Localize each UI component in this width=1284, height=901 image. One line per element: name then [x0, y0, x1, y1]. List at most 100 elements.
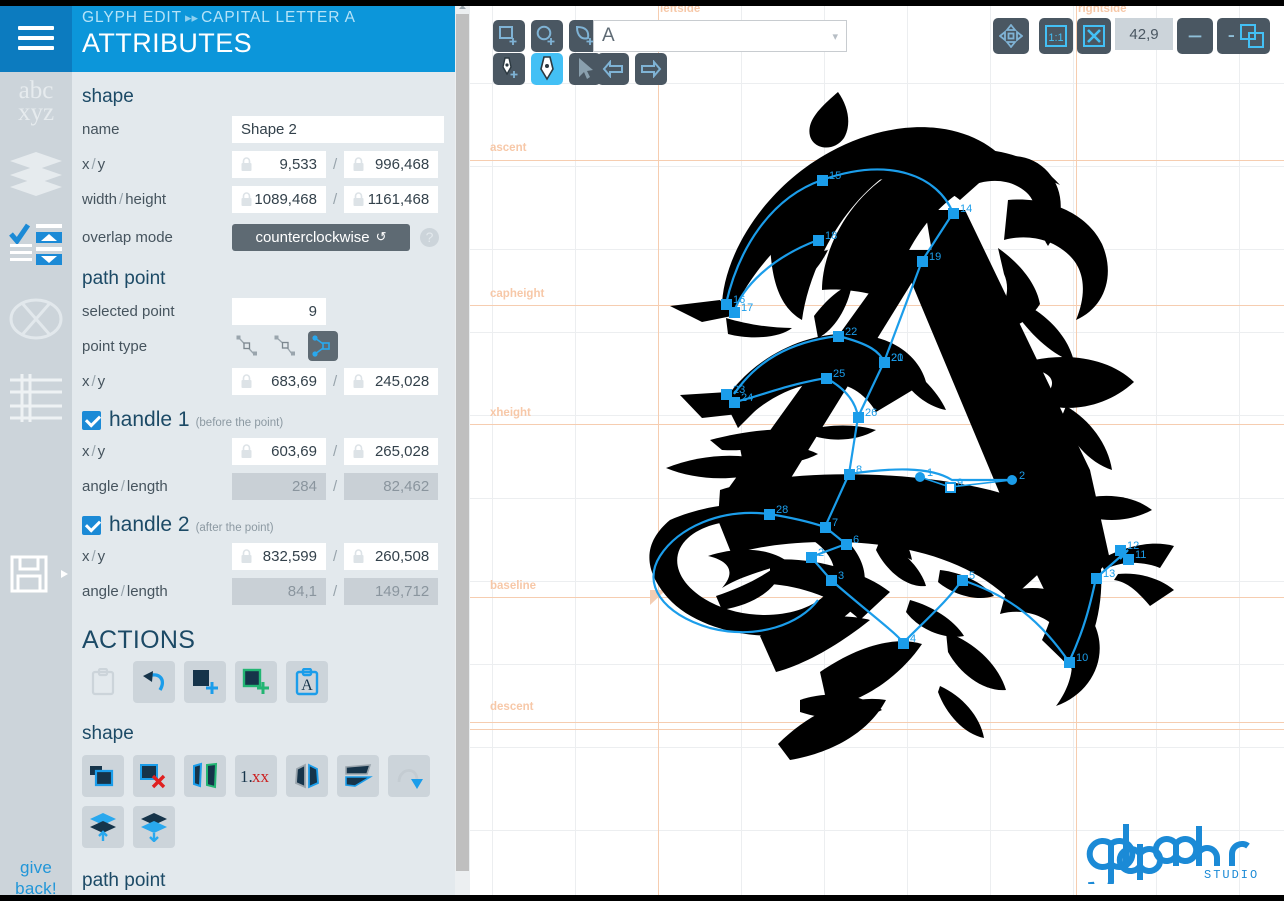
path-point-marker[interactable] — [843, 468, 855, 480]
add-oval-tool[interactable] — [531, 20, 563, 52]
handle2-x-input[interactable]: 832,599 — [232, 542, 326, 570]
handle1-y-input[interactable]: 265,028 — [344, 437, 439, 465]
glyph-select-value: A — [602, 25, 615, 46]
rotate-button[interactable] — [388, 755, 430, 797]
delete-shape-button[interactable] — [133, 755, 175, 797]
path-point-marker[interactable] — [812, 234, 824, 246]
clock-icon — [9, 298, 63, 340]
path-point-marker[interactable] — [819, 521, 831, 533]
sidebar-item-metrics[interactable] — [0, 372, 72, 444]
sidebar-item-test-drive[interactable] — [0, 220, 72, 292]
sidebar-item-kerning[interactable] — [0, 295, 72, 367]
overlap-mode-button[interactable]: counterclockwise ↺ — [232, 223, 410, 251]
scrollbar-thumb[interactable] — [456, 14, 469, 871]
path-point-marker[interactable] — [728, 306, 740, 318]
handle2-angle-divider: / — [333, 582, 338, 600]
rotate-icon: ↺ — [375, 229, 387, 244]
undo-arrow-icon — [143, 671, 165, 691]
point-y-input[interactable]: 245,028 — [344, 367, 439, 395]
path-point-marker[interactable] — [820, 372, 832, 384]
zoom-level-value[interactable]: 42,9 — [1115, 18, 1173, 50]
path-point-marker[interactable] — [956, 574, 968, 586]
move-layer-up-button[interactable] — [82, 806, 124, 848]
path-point-marker[interactable] — [825, 574, 837, 586]
round-values-button[interactable]: 1. xx — [235, 755, 277, 797]
move-layer-down-button[interactable] — [133, 806, 175, 848]
paste-button[interactable] — [82, 661, 124, 703]
give-back-link[interactable]: give back! — [0, 857, 72, 899]
handle2-y-input[interactable]: 260,508 — [344, 542, 439, 570]
path-point-marker[interactable] — [947, 207, 959, 219]
zoom-out-button[interactable]: − — [1177, 18, 1213, 54]
handle1-checkbox[interactable] — [82, 410, 101, 430]
flip-horizontal-button[interactable] — [286, 755, 328, 797]
next-glyph-button[interactable] — [635, 53, 667, 85]
fit-to-screen-button[interactable] — [1077, 18, 1111, 54]
panel-scrollbar[interactable] — [455, 0, 470, 901]
shape-width-value: 1089,468 — [254, 190, 317, 208]
selected-point-input[interactable]: 9 — [232, 297, 326, 325]
path-point-marker[interactable] — [805, 551, 817, 563]
help-icon[interactable]: ? — [420, 227, 439, 247]
menu-button[interactable] — [0, 0, 72, 72]
symmetric-point-button[interactable] — [308, 331, 338, 361]
flip-vertical-icon — [345, 764, 373, 787]
prev-glyph-button[interactable] — [597, 53, 629, 85]
path-point-number: 15 — [829, 170, 842, 182]
pan-tool[interactable] — [993, 18, 1029, 54]
breadcrumb-root[interactable]: GLYPH EDIT — [82, 9, 182, 26]
handle2-checkbox[interactable] — [82, 515, 101, 535]
shape-name-input[interactable]: Shape 2 — [232, 115, 444, 143]
path-point-marker[interactable] — [1114, 544, 1126, 556]
add-shape-button[interactable] — [184, 661, 226, 703]
path-point-number: 1 — [927, 467, 934, 479]
copy-shape-button[interactable] — [82, 755, 124, 797]
undo-button[interactable] — [133, 661, 175, 703]
add-component-button[interactable] — [235, 661, 277, 703]
lock-icon — [353, 444, 364, 458]
zoom-1-to-1-button[interactable]: 1:1 — [1039, 18, 1073, 54]
handle1-label: handle 1 — [109, 408, 190, 431]
glyph-canvas[interactable]: ascent capheight xheight baseline descen… — [470, 0, 1284, 901]
pen-tool[interactable] — [531, 53, 563, 85]
handle1-angle-value: 284 — [232, 472, 326, 500]
shape-height-input[interactable]: 1161,468 — [344, 185, 439, 213]
path-point-marker[interactable] — [944, 481, 956, 493]
shape-width-input[interactable]: 1089,468 — [232, 185, 326, 213]
path-point-marker[interactable] — [832, 330, 844, 342]
corner-point-button[interactable] — [232, 331, 262, 361]
path-point-marker[interactable] — [852, 411, 864, 423]
pen-add-tool[interactable] — [493, 53, 525, 85]
path-point-marker[interactable] — [1063, 656, 1075, 668]
flat-point-button[interactable] — [270, 331, 300, 361]
path-point-marker[interactable] — [1007, 475, 1017, 485]
path-point-marker[interactable] — [897, 637, 909, 649]
sidebar-item-layers[interactable] — [0, 148, 72, 220]
handle1-x-input[interactable]: 603,69 — [232, 437, 326, 465]
path-point-marker[interactable] — [915, 472, 925, 482]
shape-actions-row-1: 1. xx — [82, 755, 458, 797]
path-point-marker[interactable] — [840, 538, 852, 550]
flip-vertical-button[interactable] — [337, 755, 379, 797]
glyph-select[interactable]: A ▾ — [593, 20, 847, 52]
path-point-marker[interactable] — [916, 255, 928, 267]
path-point-marker[interactable] — [1090, 572, 1102, 584]
shape-y-input[interactable]: 996,468 — [344, 150, 439, 178]
convert-to-component-button[interactable] — [184, 755, 226, 797]
multi-select-row — [1234, 18, 1270, 54]
glyph-artwork[interactable] — [470, 0, 1284, 901]
path-point-marker[interactable] — [763, 508, 775, 520]
paste-glyph-button[interactable]: A — [286, 661, 328, 703]
sidebar-item-save[interactable] — [0, 538, 72, 610]
path-point-marker[interactable] — [728, 396, 740, 408]
point-x-input[interactable]: 683,69 — [232, 367, 326, 395]
path-point-number: 14 — [960, 203, 973, 215]
multi-select-button[interactable] — [1234, 18, 1270, 54]
overlap-mode-label: overlap mode — [82, 228, 173, 246]
path-point-marker[interactable] — [878, 356, 890, 368]
path-point-marker[interactable] — [816, 174, 828, 186]
sidebar-item-glyph-edit[interactable]: abc xyz — [0, 72, 72, 144]
duplicate-shape-icon — [90, 766, 114, 787]
shape-x-input[interactable]: 9,533 — [232, 150, 326, 178]
add-rect-tool[interactable] — [493, 20, 525, 52]
